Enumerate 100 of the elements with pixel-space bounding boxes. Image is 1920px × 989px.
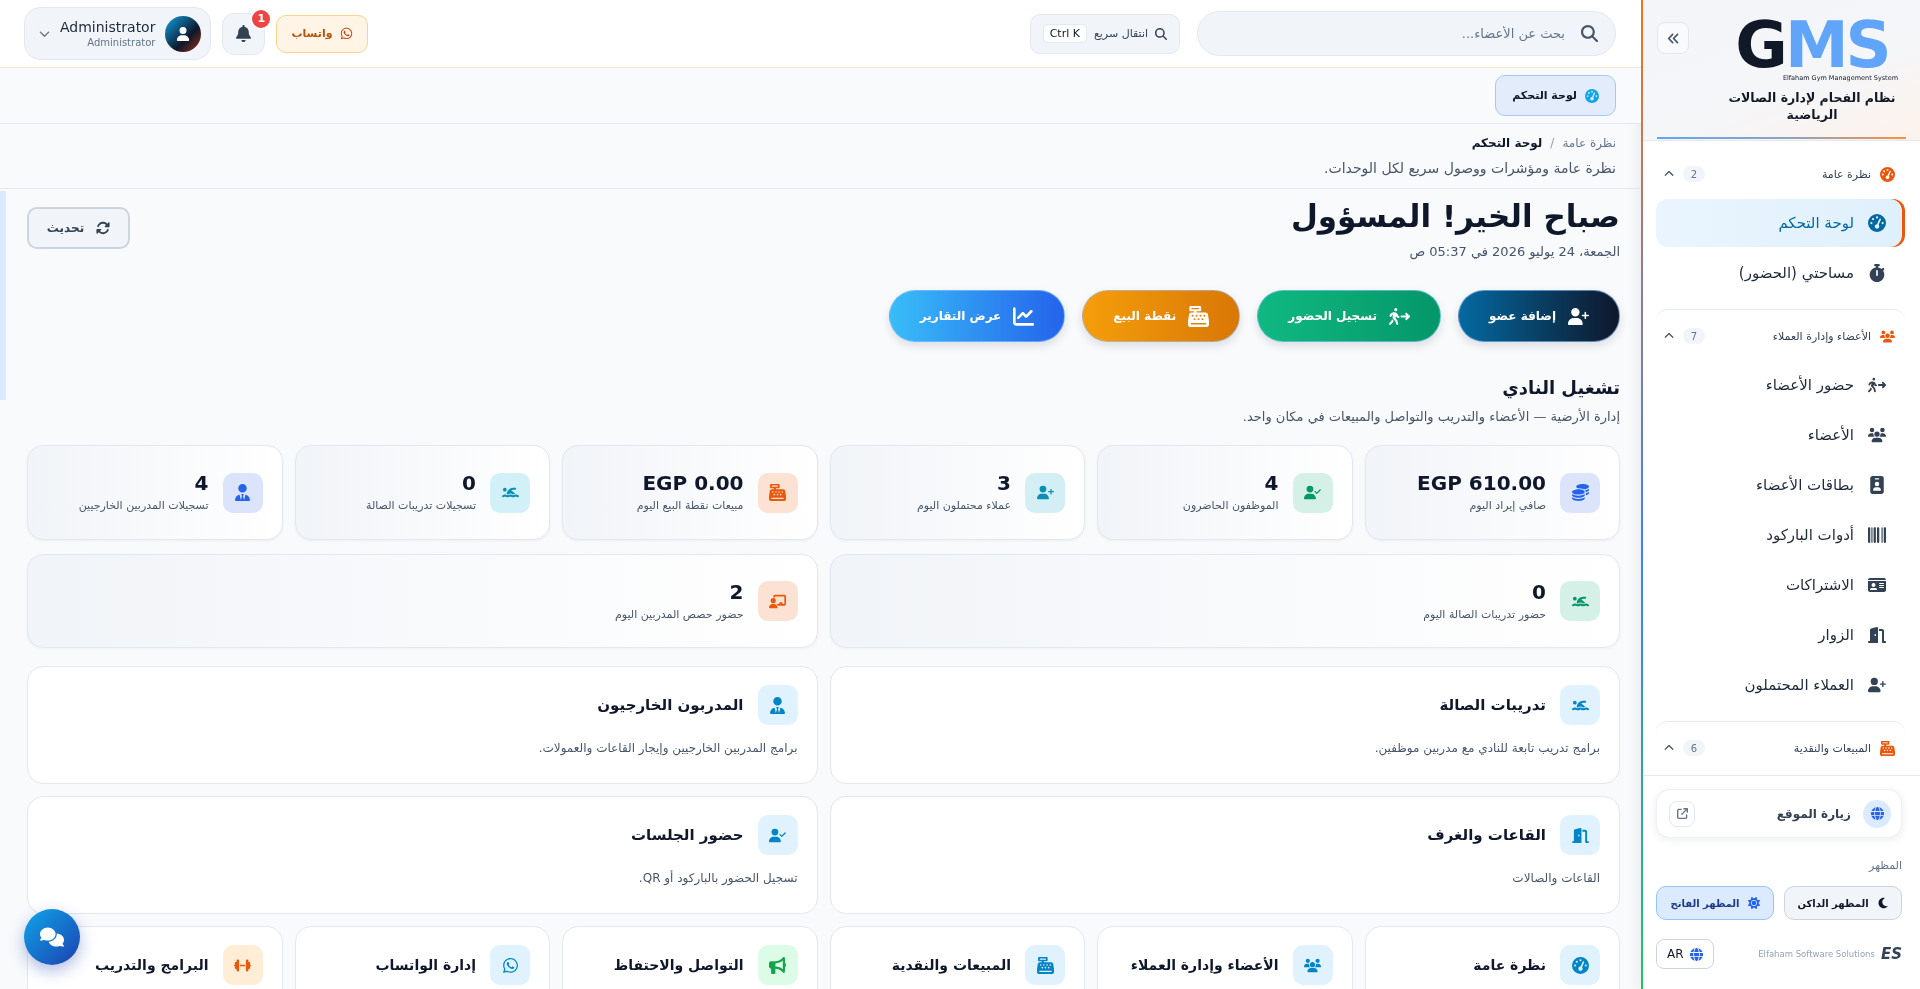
stat-value: 0 bbox=[462, 471, 476, 495]
nav-item[interactable]: أدوات الباركود bbox=[1656, 511, 1905, 559]
chevron-up-icon[interactable] bbox=[1664, 169, 1674, 179]
sun-icon bbox=[1747, 897, 1760, 909]
chevron-up-icon[interactable] bbox=[1664, 743, 1674, 753]
double-chevron-icon bbox=[1666, 31, 1680, 45]
count-badge: 7 bbox=[1683, 328, 1705, 344]
avatar-icon bbox=[165, 15, 202, 52]
theme-button[interactable]: المظهر الفاتح bbox=[1656, 886, 1774, 920]
stat-label: مبيعات نقطة البيع اليوم bbox=[636, 498, 744, 514]
collapse-button[interactable] bbox=[1657, 22, 1689, 54]
group-label: نظرة عامة bbox=[1821, 167, 1871, 181]
refresh-button[interactable]: تحديث bbox=[27, 207, 130, 249]
walking-person-arrow-icon bbox=[1388, 305, 1410, 327]
megaphone-icon bbox=[757, 945, 798, 985]
chat-bubbles-icon bbox=[40, 925, 64, 949]
nav-item[interactable]: الاشتراكات bbox=[1656, 561, 1905, 609]
swimmer-icon bbox=[1560, 581, 1600, 621]
refresh-icon bbox=[96, 221, 111, 235]
swimmer-icon bbox=[1560, 685, 1600, 725]
nav-item[interactable]: العملاء المحتملون bbox=[1656, 661, 1905, 709]
theme-button[interactable]: المظهر الداكن bbox=[1784, 886, 1902, 920]
module-title: حضور الجلسات bbox=[630, 825, 744, 846]
globe-icon bbox=[1689, 947, 1703, 961]
user-role: Administrator bbox=[87, 35, 156, 50]
nav-item[interactable]: بطاقات الأعضاء bbox=[1656, 461, 1905, 509]
tab[interactable]: لوحة التحكم bbox=[1495, 75, 1616, 116]
nav-item[interactable]: مساحتي (الحضور) bbox=[1656, 249, 1905, 297]
gauge-icon bbox=[1880, 166, 1895, 182]
stat-value: 4 bbox=[194, 471, 209, 495]
users-icon bbox=[1292, 945, 1333, 985]
gauge-icon bbox=[1560, 945, 1600, 985]
person-tie-icon bbox=[757, 685, 798, 725]
page-description: نظرة عامة ومؤشرات ووصول سريع لكل الوحدات. bbox=[1323, 159, 1616, 178]
search-icon bbox=[1581, 25, 1598, 42]
swimmer-icon bbox=[490, 472, 530, 513]
external-link-icon bbox=[1676, 808, 1688, 819]
stat-label: عملاء محتملون اليوم bbox=[917, 498, 1011, 514]
user-plus-icon bbox=[1568, 305, 1589, 327]
hub-title: إدارة الواتساب bbox=[375, 956, 476, 976]
shortcut-key: Ctrl K bbox=[1042, 24, 1087, 43]
search-field[interactable]: بحث عن الأعضاء... bbox=[1197, 11, 1616, 56]
group-label: المبيعات والنقدية bbox=[1793, 741, 1871, 755]
breadcrumb-link[interactable]: نظرة عامة bbox=[1562, 136, 1616, 150]
nav-item[interactable]: حضور الأعضاء bbox=[1656, 361, 1905, 409]
nav-item[interactable]: لوحة التحكم bbox=[1656, 199, 1905, 247]
hub-card[interactable]: الأعضاء وإدارة العملاء bbox=[1097, 926, 1353, 989]
cash-register-icon bbox=[1880, 740, 1895, 756]
cash-register-icon bbox=[1025, 945, 1065, 985]
nav-item[interactable]: الأعضاء bbox=[1656, 411, 1905, 459]
module-title: المدربون الخارجيون bbox=[597, 695, 744, 716]
count-badge: 2 bbox=[1683, 166, 1705, 182]
module-card[interactable]: حضور الجلسات تسجيل الحضور بالباركود أو QR. bbox=[27, 796, 818, 914]
phone-bubble-icon bbox=[339, 27, 353, 40]
stopwatch-icon bbox=[1868, 264, 1886, 282]
id-card-icon bbox=[1868, 576, 1886, 594]
open-link-button[interactable] bbox=[1669, 800, 1695, 827]
user-menu-button[interactable]: Administrator Administrator bbox=[24, 7, 212, 60]
id-badge-icon bbox=[1868, 476, 1886, 494]
gauge-icon bbox=[1585, 88, 1599, 103]
stat-label: حضور تدريبات الصالة اليوم bbox=[1423, 606, 1546, 623]
user-check-icon bbox=[1292, 472, 1333, 513]
globe-icon bbox=[1863, 799, 1891, 828]
module-card[interactable]: المدربون الخارجيون برامج المدربين الخارجيين وإيجار القاعات والعمولات. bbox=[27, 666, 818, 784]
stat-value: 0 bbox=[1532, 579, 1546, 604]
coins-icon bbox=[1560, 472, 1600, 513]
module-card[interactable]: القاعات والغرف القاعات والصالات bbox=[829, 796, 1620, 914]
module-title: القاعات والغرف bbox=[1427, 825, 1546, 846]
hub-card[interactable]: المبيعات والنقدية bbox=[829, 926, 1085, 989]
nav-item[interactable]: الزوار bbox=[1656, 611, 1905, 659]
action-button[interactable]: إضافة عضو bbox=[1457, 290, 1620, 342]
hub-card[interactable]: نظرة عامة bbox=[1364, 926, 1620, 989]
module-card[interactable]: تدريبات الصالة برامج تدريب تابعة للنادي مع مدربين موظفين. bbox=[829, 666, 1620, 784]
whatsapp-button[interactable]: واتساب bbox=[276, 14, 368, 53]
group-label: الأعضاء وإدارة العملاء bbox=[1772, 329, 1871, 343]
visit-site-link[interactable]: زيارة الموقع bbox=[1656, 789, 1902, 838]
stat-label: تسجيلات تدريبات الصالة bbox=[366, 498, 476, 514]
breadcrumb-separator: / bbox=[1550, 136, 1555, 150]
door-icon bbox=[1560, 815, 1600, 855]
phone-bubble-icon bbox=[490, 945, 530, 985]
stat-value: EGP 610.00 bbox=[1417, 471, 1546, 495]
greeting-title: صباح الخير! المسؤول bbox=[1290, 197, 1620, 235]
module-title: تدريبات الصالة bbox=[1439, 695, 1546, 716]
breadcrumb-current: لوحة التحكم bbox=[1471, 136, 1543, 150]
chevron-up-icon[interactable] bbox=[1664, 331, 1674, 341]
dumbbell-icon bbox=[222, 945, 263, 985]
count-badge: 6 bbox=[1683, 740, 1705, 756]
bell-icon bbox=[235, 25, 253, 42]
appearance-label: المظهر bbox=[1867, 858, 1902, 874]
notification-count: 1 bbox=[250, 7, 273, 30]
stat-label: صافي إيراد اليوم bbox=[1469, 498, 1546, 514]
hub-title: البرامج والتدريب bbox=[94, 956, 209, 976]
barcode-icon bbox=[1868, 526, 1886, 544]
hub-card[interactable]: إدارة الواتساب bbox=[294, 926, 550, 989]
language-button[interactable]: AR bbox=[1656, 939, 1714, 969]
hub-card[interactable]: التواصل والاحتفاظ bbox=[562, 926, 818, 989]
stat-value: 3 bbox=[997, 471, 1011, 495]
user-check-icon bbox=[757, 815, 798, 855]
module-description: برامج المدربين الخارجيين وإيجار القاعات والعمولات. bbox=[537, 740, 798, 757]
hub-title: الأعضاء وإدارة العملاء bbox=[1130, 956, 1279, 976]
